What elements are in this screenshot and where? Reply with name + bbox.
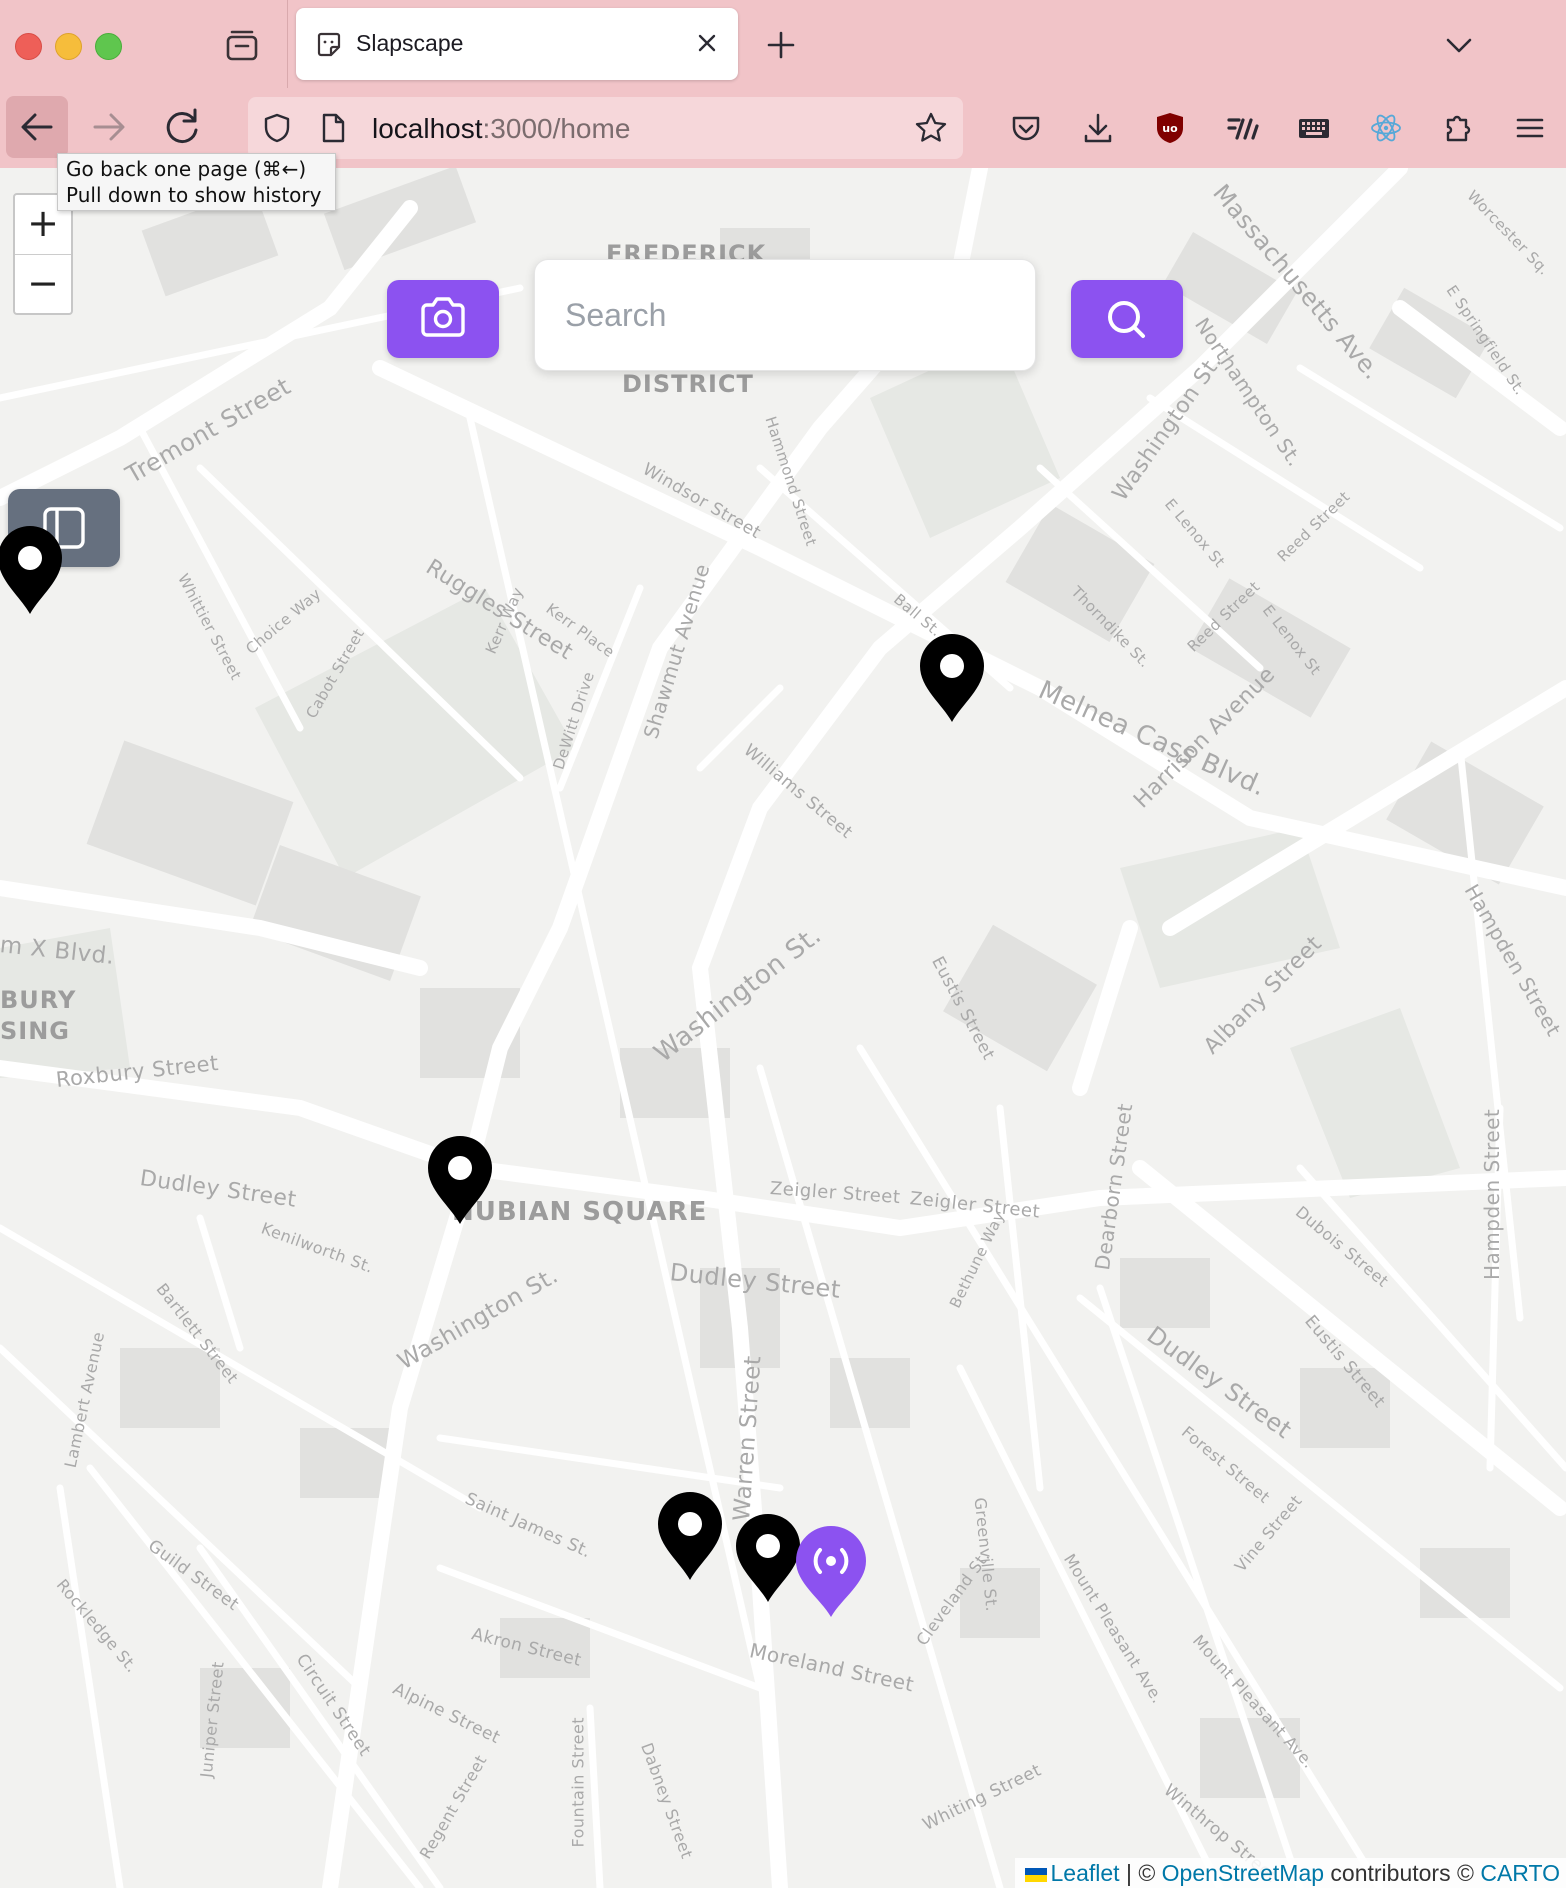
district-label-district: DISTRICT xyxy=(622,370,754,398)
svg-text:uo: uo xyxy=(1162,122,1178,135)
map-marker-pin-icon[interactable] xyxy=(654,1490,726,1582)
current-location-broadcast-marker-icon[interactable] xyxy=(792,1523,870,1619)
back-arrow-icon xyxy=(21,113,53,141)
camera-icon xyxy=(421,297,465,337)
tab-strip: Slapscape xyxy=(0,0,1566,88)
zoom-window-button[interactable] xyxy=(95,33,122,60)
ublock-origin-icon[interactable]: uo xyxy=(1152,110,1188,146)
tab-separator xyxy=(287,0,288,88)
openstreetmap-link[interactable]: OpenStreetMap xyxy=(1162,1860,1324,1886)
back-button[interactable] xyxy=(6,96,68,158)
forward-arrow-icon xyxy=(93,113,125,141)
address-bar[interactable]: localhost:3000/home xyxy=(248,97,963,159)
new-tab-plus-icon[interactable] xyxy=(762,26,800,64)
tab-title: Slapscape xyxy=(356,30,464,56)
search-icon xyxy=(1108,301,1145,338)
close-tab-icon[interactable] xyxy=(692,28,722,58)
pocket-icon[interactable] xyxy=(1008,110,1044,146)
attribution-separator: | © xyxy=(1119,1860,1162,1886)
keyboard-icon[interactable] xyxy=(1296,110,1332,146)
back-button-tooltip: Go back one page (⌘←) Pull down to show … xyxy=(57,153,336,211)
district-label-bury: BURY xyxy=(0,986,77,1014)
forward-button[interactable] xyxy=(78,96,140,158)
list-all-tabs-chevron-icon[interactable] xyxy=(1440,26,1478,64)
tooltip-line-2: Pull down to show history xyxy=(66,183,322,207)
firefox-view-icon[interactable] xyxy=(222,26,262,66)
street-label: Fountain Street xyxy=(568,1716,588,1848)
url-path: :3000/home xyxy=(482,113,631,144)
map-marker-pin-icon[interactable] xyxy=(916,632,988,724)
zoom-control: + − xyxy=(13,193,73,315)
page-info-icon[interactable] xyxy=(316,111,350,145)
extensions-puzzle-icon[interactable] xyxy=(1440,110,1476,146)
tracking-protection-shield-icon[interactable] xyxy=(260,111,294,145)
search-input[interactable] xyxy=(534,259,1036,371)
map-view[interactable]: Tremont Street Ruggles Street Shawmut Av… xyxy=(0,168,1566,1888)
reload-button[interactable] xyxy=(151,96,213,158)
tab-slapscape[interactable]: Slapscape xyxy=(296,8,738,80)
leaflet-link[interactable]: Leaflet xyxy=(1051,1860,1120,1886)
close-window-button[interactable] xyxy=(15,33,42,60)
downloads-icon[interactable] xyxy=(1080,110,1116,146)
carto-link[interactable]: CARTO xyxy=(1480,1860,1560,1886)
bookmark-star-icon[interactable] xyxy=(913,110,949,146)
district-label-sing: SING xyxy=(0,1017,70,1045)
search-button[interactable] xyxy=(1071,280,1183,358)
react-devtools-icon[interactable] xyxy=(1368,110,1404,146)
minimize-window-button[interactable] xyxy=(55,33,82,60)
map-marker-pin-icon[interactable] xyxy=(0,524,66,616)
url-text[interactable]: localhost:3000/home xyxy=(372,113,630,145)
zotero-style-extension-icon[interactable] xyxy=(1224,110,1260,146)
map-attribution: Leaflet | © OpenStreetMap contributors ©… xyxy=(1014,1858,1566,1888)
street-label: Hampden Street xyxy=(1480,1108,1504,1280)
zoom-out-button[interactable]: − xyxy=(15,255,71,314)
map-marker-pin-icon[interactable] xyxy=(424,1134,496,1226)
camera-button[interactable] xyxy=(387,280,499,358)
menu-hamburger-icon[interactable] xyxy=(1512,110,1548,146)
attribution-contributors: contributors © xyxy=(1324,1860,1481,1886)
ukraine-flag-icon xyxy=(1024,1867,1047,1882)
reload-icon xyxy=(166,108,198,144)
url-host: localhost xyxy=(372,113,483,144)
tooltip-line-1: Go back one page (⌘←) xyxy=(66,157,307,181)
sticker-favicon-icon xyxy=(317,32,341,57)
